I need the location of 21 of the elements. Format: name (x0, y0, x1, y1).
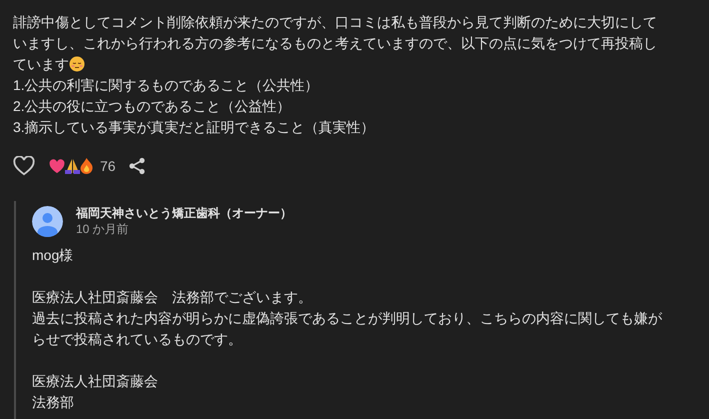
author-name: 福岡天神さいとう矯正歯科（オーナー） (76, 205, 292, 221)
reply-text: 過去に投稿された内容が明らかに虚偽誇張であることが判明しており、こちらの内容に関しても嫌がらせで投稿されているものです。 (32, 309, 663, 349)
avatar-icon (32, 206, 63, 236)
folded-hands-icon (65, 158, 80, 174)
reply-text: 医療法人社団斎藤会 法務部でございます。 (32, 288, 312, 307)
reaction-count: 76 (100, 156, 116, 176)
numbered-point: 1.公共の利害に関するものであること（公共性） (13, 76, 319, 95)
share-icon[interactable] (128, 157, 146, 175)
review-text: 誹謗中傷としてコメント削除依頼が来たのですが、口コミは私も普段から見て判断のために大切にして (13, 13, 657, 32)
sparkling-heart-icon (49, 158, 65, 174)
reply-text: mog様 (32, 246, 74, 265)
heart-icon[interactable] (13, 156, 35, 176)
numbered-point: 2.公共の役に立つものであること（公益性） (13, 97, 291, 116)
numbered-point: 3.摘示している事実が真実だと証明できること（真実性） (13, 118, 375, 137)
review-text: いますし、これから行われる方の参考になるものと考えていますので、以下の点に気をつけて再投稿し (13, 34, 657, 53)
pensive-face-icon (69, 56, 85, 72)
fire-icon (80, 158, 93, 174)
reply-text: 法務部 (32, 393, 74, 412)
reply-time: 10 か月前 (76, 221, 129, 237)
reply-text: 医療法人社団斎藤会 (32, 372, 158, 391)
review-text: ています (13, 56, 69, 72)
